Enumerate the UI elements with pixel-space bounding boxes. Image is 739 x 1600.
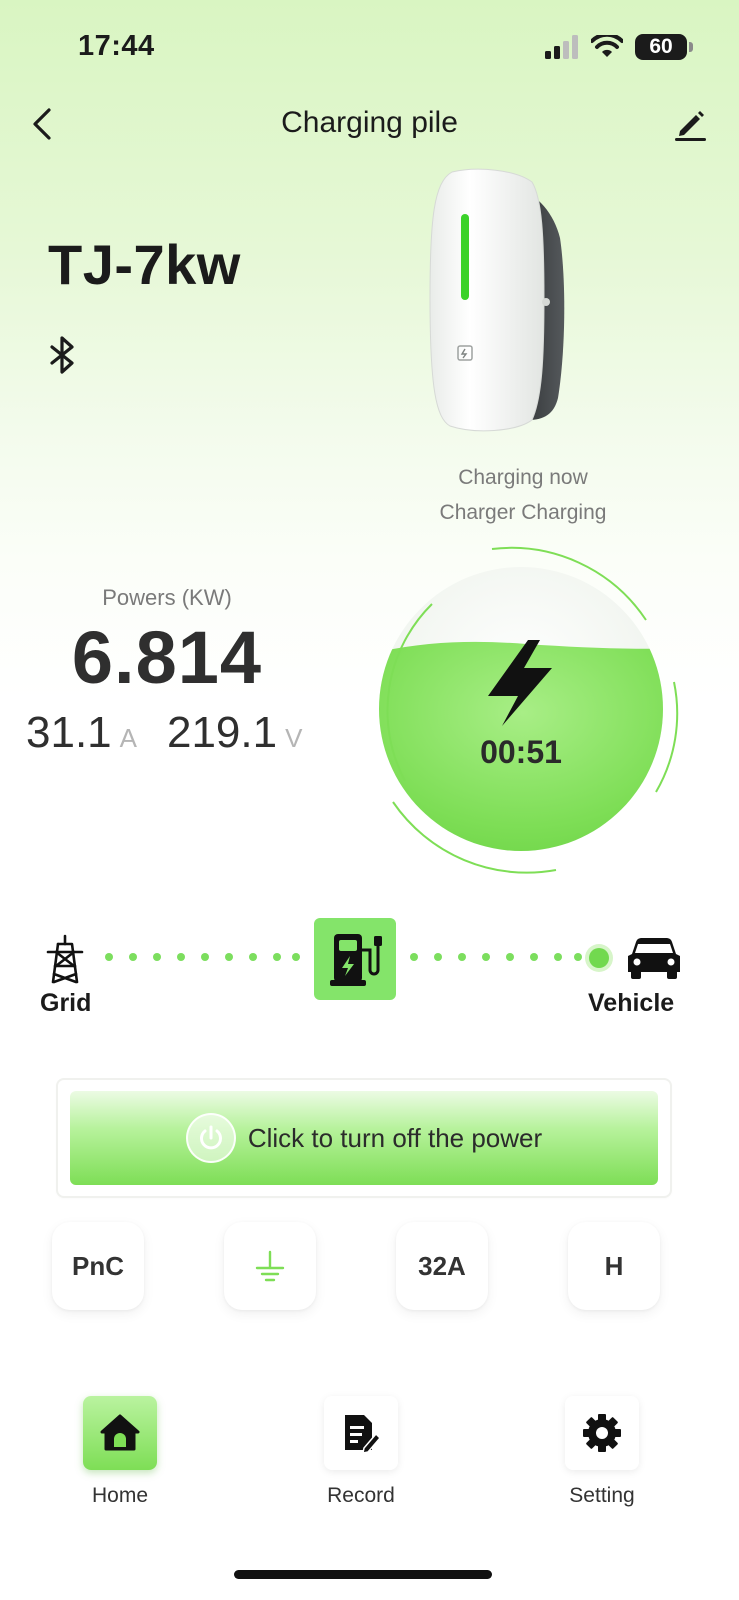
nav-record-label: Record xyxy=(327,1484,395,1507)
nav-setting-tile xyxy=(565,1396,639,1470)
pnc-chip[interactable]: PnC xyxy=(52,1222,144,1310)
home-indicator xyxy=(234,1570,492,1579)
nav-record[interactable]: Record xyxy=(286,1396,436,1508)
flow-dot xyxy=(410,953,418,961)
power-tower-icon xyxy=(46,934,84,984)
power-button-label: Click to turn off the power xyxy=(247,1122,543,1153)
pencil-icon xyxy=(675,111,706,141)
elapsed-time: 00:51 xyxy=(480,734,562,770)
flow-dot xyxy=(554,953,562,961)
flow-dot xyxy=(273,953,281,961)
flow-dot xyxy=(249,953,257,961)
status-time: 17:44 xyxy=(78,30,155,62)
bluetooth-icon xyxy=(50,336,74,374)
charger-status: Charger Charging xyxy=(439,501,607,524)
power-icon-circle xyxy=(185,1113,236,1163)
power-label: Powers (KW) xyxy=(102,585,232,610)
charging-station-node xyxy=(314,918,396,1000)
voltage-value: 219.1 xyxy=(166,708,278,757)
mode-chip[interactable]: H xyxy=(568,1222,660,1310)
current-voltage-row: 31.1 A 219.1 V xyxy=(26,708,302,758)
nav-home-label: Home xyxy=(91,1484,149,1507)
flow-dot xyxy=(292,953,300,961)
current-limit-label: 32A xyxy=(418,1250,466,1281)
flow-dot xyxy=(177,953,185,961)
pnc-chip-label: PnC xyxy=(72,1250,124,1281)
flow-dot xyxy=(530,953,538,961)
flow-dot xyxy=(129,953,137,961)
page-title: Charging pile xyxy=(281,106,458,139)
ground-icon xyxy=(255,1250,285,1282)
vehicle-label: Vehicle xyxy=(588,989,675,1017)
power-icon xyxy=(199,1125,222,1150)
flow-dot xyxy=(574,953,582,961)
wifi-icon xyxy=(591,35,623,57)
flow-dot xyxy=(105,953,113,961)
charge-gauge xyxy=(379,546,679,874)
current-limit-chip[interactable]: 32A xyxy=(396,1222,488,1310)
status-icons: 60 xyxy=(545,34,693,60)
ground-chip[interactable] xyxy=(224,1222,316,1310)
battery-indicator: 60 xyxy=(635,34,693,60)
flow-dot xyxy=(506,953,514,961)
home-icon xyxy=(100,1414,140,1451)
mode-chip-label: H xyxy=(604,1250,624,1281)
nav-setting[interactable]: Setting xyxy=(527,1396,677,1508)
flow-dot xyxy=(434,953,442,961)
device-name: TJ-7kw xyxy=(48,233,241,296)
nav-home-tile xyxy=(83,1396,157,1470)
flow-dot xyxy=(482,953,490,961)
battery-level: 60 xyxy=(649,35,673,58)
flow-dot xyxy=(153,953,161,961)
gear-icon xyxy=(583,1414,621,1452)
charging-status: Charging now xyxy=(458,466,588,489)
document-edit-icon xyxy=(345,1415,382,1454)
nav-setting-label: Setting xyxy=(569,1484,635,1507)
flow-endpoint-dot xyxy=(589,948,609,968)
grid-label: Grid xyxy=(40,989,92,1017)
edit-button[interactable] xyxy=(669,102,711,144)
nav-home[interactable]: Home xyxy=(45,1396,195,1508)
flow-dot xyxy=(225,953,233,961)
charging-station-icon xyxy=(330,934,382,986)
current-unit: A xyxy=(119,723,137,753)
current-value: 31.1 xyxy=(26,708,112,757)
flow-dot xyxy=(201,953,209,961)
nav-record-tile xyxy=(324,1396,398,1470)
flow-dot xyxy=(458,953,466,961)
charger-image xyxy=(429,168,565,432)
power-value: 6.814 xyxy=(71,616,263,699)
voltage-unit: V xyxy=(285,723,303,753)
cellular-signal-icon xyxy=(545,35,578,59)
power-off-button[interactable]: Click to turn off the power xyxy=(70,1091,658,1185)
car-icon xyxy=(628,938,680,979)
